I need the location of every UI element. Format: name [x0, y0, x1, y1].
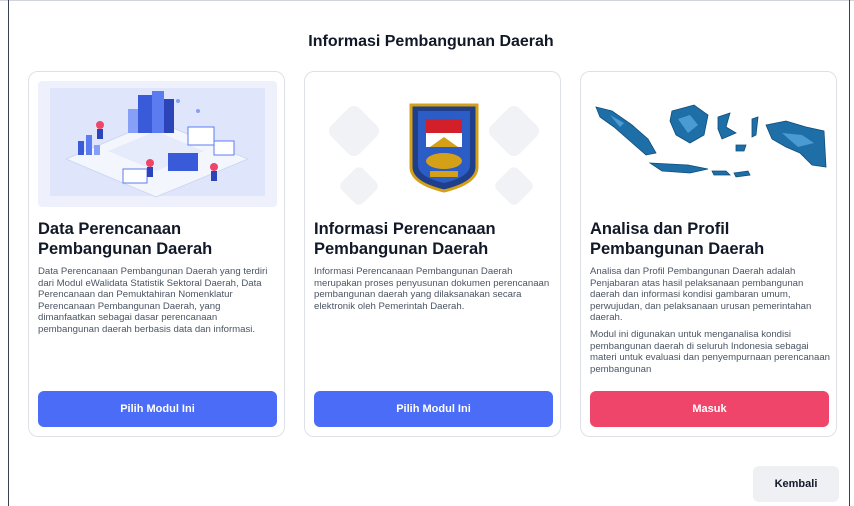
ministry-emblem-icon [314, 81, 553, 207]
card-title: Informasi Perencanaan Pembangunan Daerah [314, 220, 496, 258]
card-description: Data Perencanaan Pembangunan Daerah yang… [38, 266, 278, 341]
select-module-button[interactable]: Pilih Modul Ini [314, 391, 553, 427]
enter-button[interactable]: Masuk [590, 391, 829, 427]
card-description: Informasi Perencanaan Pembangunan Daerah… [314, 266, 554, 317]
indonesia-map-icon [590, 81, 829, 207]
card-title: Data Perencanaan Pembangunan Daerah [38, 220, 213, 258]
card-description-paragraph: Data Perencanaan Pembangunan Daerah yang… [38, 266, 268, 335]
select-module-button[interactable]: Pilih Modul Ini [38, 391, 277, 427]
card-description-paragraph: Modul ini digunakan untuk menganalisa ko… [590, 328, 830, 375]
module-card-data-perencanaan: Data Perencanaan Pembangunan Daerah Data… [28, 71, 285, 437]
page-title: Informasi Pembangunan Daerah [308, 33, 554, 50]
card-description-paragraph: Informasi Perencanaan Pembangunan Daerah… [314, 266, 550, 312]
module-card-informasi-perencanaan: Informasi Perencanaan Pembangunan Daerah… [304, 71, 561, 437]
window-left-border [8, 0, 9, 506]
isometric-data-illustration-icon [38, 81, 277, 207]
card-description-paragraph: Analisa dan Profil Pembangunan Daerah ad… [590, 266, 812, 324]
card-description: Analisa dan Profil Pembangunan Daerah ad… [590, 266, 830, 386]
window-top-border [0, 0, 854, 1]
card-title: Analisa dan Profil Pembangunan Daerah [590, 220, 765, 258]
back-button[interactable]: Kembali [753, 466, 839, 502]
module-card-analisa-profil: Analisa dan Profil Pembangunan Daerah An… [580, 71, 837, 437]
window-right-border [849, 0, 850, 506]
